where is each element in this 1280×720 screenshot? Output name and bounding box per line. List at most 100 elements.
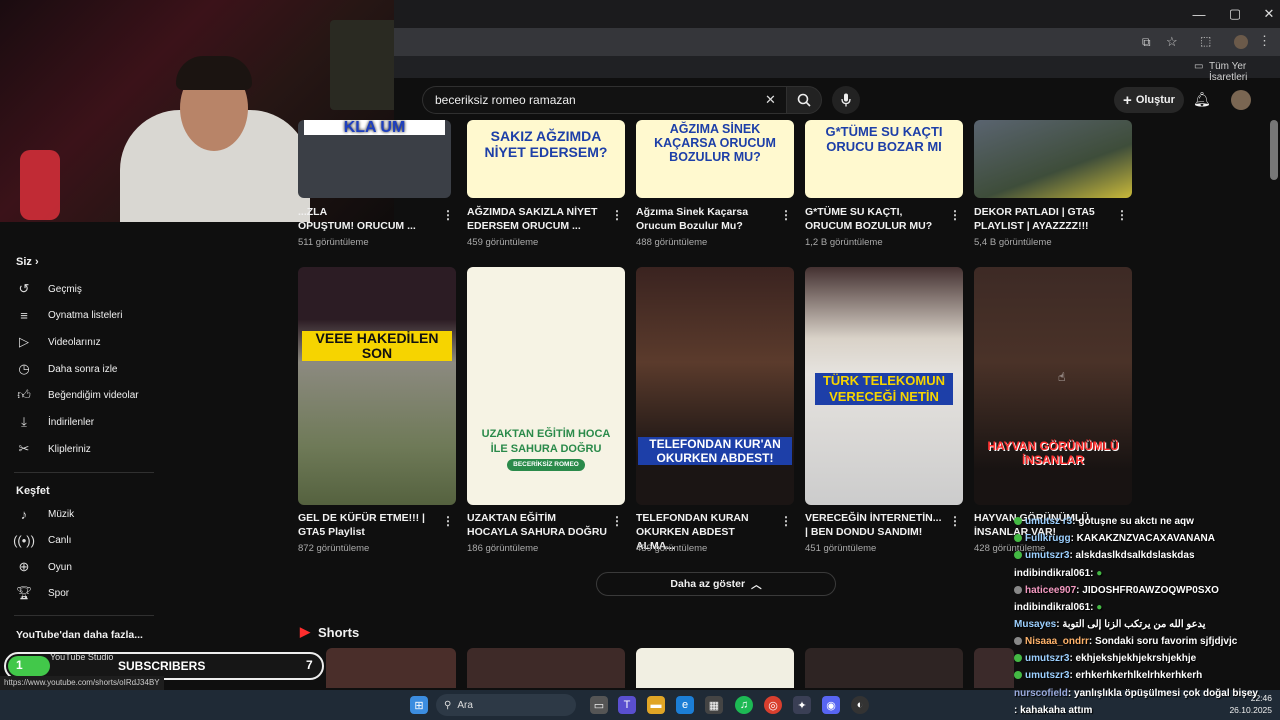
sidebar-item-liked[interactable]: 👍︎ Beğendiğim videolar xyxy=(0,382,160,408)
tab-strip: — ▢ ✕ xyxy=(394,0,1280,28)
more-vert-icon[interactable]: ⋮ xyxy=(442,208,454,222)
cast-icon[interactable]: ⧉ xyxy=(1142,35,1151,50)
video-thumbnail[interactable]: SAKIZ AĞZIMDA NİYET EDERSEM? xyxy=(467,120,625,198)
voice-search-button[interactable] xyxy=(832,86,860,114)
chrome-icon[interactable]: ◎ xyxy=(764,696,782,714)
video-title[interactable]: AĞZIMDA SAKIZLA NİYET EDERSEM ORUCUM ... xyxy=(467,205,607,233)
sidebar-item-downloads[interactable]: ⤓ İndirilenler xyxy=(0,409,160,435)
notifications-bell-icon[interactable]: 🔔︎ xyxy=(1193,91,1211,108)
scrollbar[interactable] xyxy=(1270,120,1278,180)
chat-username: umutszr3 xyxy=(1025,670,1070,681)
create-button[interactable]: + Oluştur xyxy=(1114,87,1184,113)
sidebar-item-history[interactable]: ↺ Geçmiş xyxy=(0,276,160,302)
chat-text: : erhkerhkerhlkelrhkerhkerh xyxy=(1069,670,1203,681)
video-title[interactable]: OPUŞTUM! ORUCUM ... xyxy=(298,219,438,233)
extensions-icon[interactable]: ⬚ xyxy=(1200,34,1211,48)
search-input[interactable]: beceriksiz romeo ramazan ✕ xyxy=(422,86,786,114)
sidebar-item-sports[interactable]: 🏆︎ Spor xyxy=(0,580,160,606)
chat-message: nurscofield: yanlışlıkla öpüşülmesi çok … xyxy=(1014,688,1258,699)
close-icon[interactable]: ✕ xyxy=(1254,3,1280,25)
more-vert-icon[interactable]: ⋮ xyxy=(780,208,792,222)
video-title[interactable]: VERECEĞİN İNTERNETİN... | BEN DONDU SAND… xyxy=(805,511,945,539)
more-vert-icon[interactable]: ⋮ xyxy=(611,514,623,528)
video-thumbnail[interactable]: TÜRK TELEKOMUN VERECEĞİ NETİN xyxy=(805,267,963,505)
sidebar-item-watch-later[interactable]: ◷ Daha sonra izle xyxy=(0,356,160,382)
sidebar-item-label: Spor xyxy=(48,587,70,599)
thumbnail-caption: VEEE HAKEDİLEN SON xyxy=(302,331,452,361)
app-icon[interactable]: ✦ xyxy=(793,696,811,714)
discord-icon[interactable]: ◉ xyxy=(822,696,840,714)
short-thumbnail[interactable] xyxy=(805,648,963,688)
chat-username: umutsz r3 xyxy=(1025,516,1073,527)
search-icon: ⚲ xyxy=(444,699,452,711)
more-vert-icon[interactable]: ⋮ xyxy=(442,514,454,528)
video-title[interactable]: G*TÜME SU KAÇTI, ORUCUM BOZULUR MU? xyxy=(805,205,945,233)
show-less-button[interactable]: Daha az göster ︿ xyxy=(596,572,836,596)
more-vert-icon[interactable]: ⋮ xyxy=(949,514,961,528)
maximize-icon[interactable]: ▢ xyxy=(1220,3,1250,25)
sidebar-item-live[interactable]: ((•)) Canlı xyxy=(0,527,160,553)
obs-icon[interactable]: ◐ xyxy=(851,696,869,714)
short-thumbnail[interactable] xyxy=(636,648,794,688)
chat-message: Nisaaa_ondrr: Sondaki soru favorim sjfjd… xyxy=(1014,636,1237,647)
taskbar-search[interactable]: ⚲ Ara xyxy=(436,694,576,716)
more-vert-icon[interactable]: ⋮ xyxy=(1258,33,1271,49)
sidebar-item-label: İndirilenler xyxy=(48,416,95,428)
windows-start-icon[interactable]: ⊞ xyxy=(410,696,428,714)
star-icon[interactable]: ☆ xyxy=(1166,34,1178,50)
video-thumbnail[interactable]: AĞZIMA SİNEK KAÇARSA ORUCUM BOZULUR MU? xyxy=(636,120,794,198)
youtube-studio-label[interactable]: YouTube Studio xyxy=(50,652,113,662)
thumbnail-caption: TÜRK TELEKOMUN VERECEĞİ NETİN xyxy=(815,373,953,405)
video-thumbnail[interactable]: UZAKTAN EĞİTİM HOCA İLE SAHURA DOĞRU BEC… xyxy=(467,267,625,505)
sidebar-item-label: Beğendiğim videolar xyxy=(48,389,139,401)
view-count: 459 görüntüleme xyxy=(636,543,708,554)
video-thumbnail[interactable] xyxy=(974,120,1132,198)
subscriber-label: SUBSCRIBERS xyxy=(118,659,206,673)
address-bar[interactable]: ⧉ ☆ ⬚ ⋮ xyxy=(394,28,1280,56)
more-vert-icon[interactable]: ⋮ xyxy=(611,208,623,222)
short-thumbnail[interactable] xyxy=(326,648,456,688)
sidebar-item-clips[interactable]: ✂ Klipleriniz xyxy=(0,436,160,462)
file-explorer-icon[interactable]: ▬ xyxy=(647,696,665,714)
sidebar-item-playlists[interactable]: ≡ Oynatma listeleri xyxy=(0,302,160,328)
clear-search-icon[interactable]: ✕ xyxy=(765,92,776,108)
video-title-fragment[interactable]: ...ZLA xyxy=(298,205,438,219)
short-thumbnail[interactable] xyxy=(974,648,1014,688)
more-vert-icon[interactable]: ⋮ xyxy=(780,514,792,528)
video-title[interactable]: UZAKTAN EĞİTİM HOCAYLA SAHURA DOĞRU xyxy=(467,511,607,539)
account-avatar[interactable] xyxy=(1231,90,1251,110)
video-thumbnail[interactable]: G*TÜME SU KAÇTI ORUCU BOZAR MI xyxy=(805,120,963,198)
more-vert-icon[interactable]: ⋮ xyxy=(1116,208,1128,222)
thumbnail-caption: SAKIZ AĞZIMDA NİYET EDERSEM? xyxy=(484,128,608,160)
video-thumbnail[interactable]: HAYVAN GÖRÜNÜMLÜ İNSANLAR xyxy=(974,267,1132,505)
chat-message: umutsz r3: gotuşne su akctı ne aqw xyxy=(1014,516,1194,527)
sidebar-item-label: Daha sonra izle xyxy=(48,363,118,375)
sidebar-item-gaming[interactable]: ⊕ Oyun xyxy=(0,554,160,580)
minimize-icon[interactable]: — xyxy=(1184,3,1214,25)
chat-username: indibindikral061 xyxy=(1014,568,1091,579)
store-icon[interactable]: ▦ xyxy=(705,696,723,714)
spotify-icon[interactable]: ♫ xyxy=(735,696,753,714)
task-view-icon[interactable]: ▭ xyxy=(590,696,608,714)
video-thumbnail[interactable]: TELEFONDAN KUR'AN OKURKEN ABDEST! xyxy=(636,267,794,505)
live-icon: ((•)) xyxy=(13,532,35,548)
sidebar-item-your-videos[interactable]: ▷ Videolarınız xyxy=(0,329,160,355)
video-thumbnail[interactable]: VEEE HAKEDİLEN SON xyxy=(298,267,456,505)
video-title[interactable]: Ağzıma Sinek Kaçarsa Orucum Bozulur Mu? xyxy=(636,205,776,233)
chat-username: haticee907 xyxy=(1025,585,1077,596)
short-thumbnail[interactable] xyxy=(467,648,625,688)
sidebar-item-music[interactable]: ♪ Müzik xyxy=(0,501,160,527)
sidebar-item-label: Oyun xyxy=(48,561,72,573)
video-thumbnail[interactable]: KLA ÜM xyxy=(298,120,451,198)
search-button[interactable] xyxy=(786,86,822,114)
create-label: Oluştur xyxy=(1135,94,1175,106)
video-title[interactable]: GEL DE KÜFÜR ETME!!! | GTA5 Playlist xyxy=(298,511,438,539)
chat-message: umutszr3: alskdaslkdsalkdslaskdas xyxy=(1014,550,1195,561)
teams-icon[interactable]: T xyxy=(618,696,636,714)
video-title[interactable]: DEKOR PATLADI | GTA5 PLAYLIST | AYAZZZZ!… xyxy=(974,205,1114,233)
subscriber-goal: 7 xyxy=(306,658,313,672)
profile-avatar[interactable] xyxy=(1234,35,1248,49)
you-section-header[interactable]: Siz › xyxy=(16,256,39,268)
edge-icon[interactable]: e xyxy=(676,696,694,714)
more-vert-icon[interactable]: ⋮ xyxy=(949,208,961,222)
